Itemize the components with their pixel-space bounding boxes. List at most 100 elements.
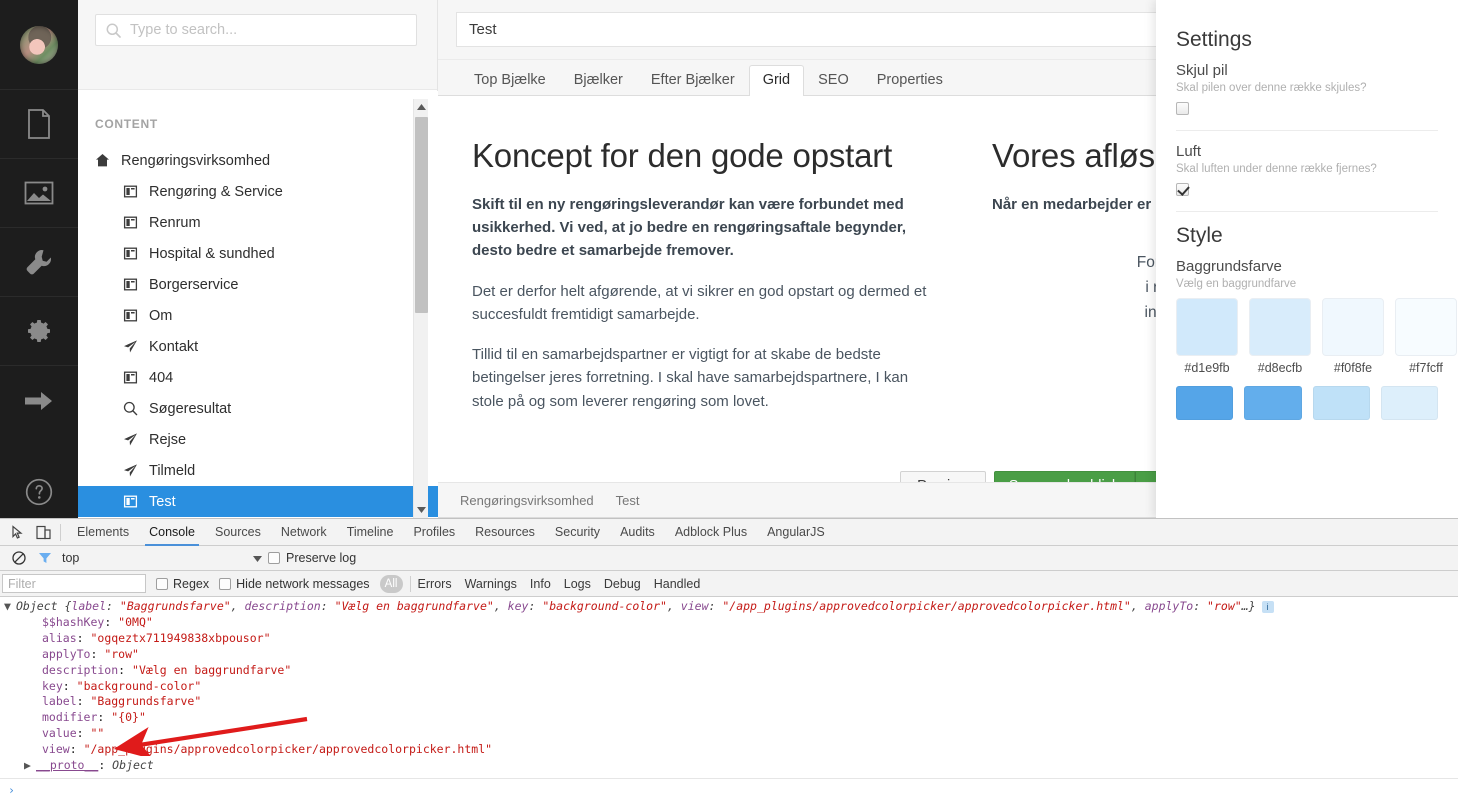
devtools-panel: Elements Console Sources Network Timeline Pro…: [0, 518, 1458, 798]
color-swatch-cell[interactable]: #d8ecfb: [1249, 298, 1311, 375]
tree-node[interactable]: 404: [78, 362, 438, 393]
console-property-row: value: "": [0, 726, 1458, 742]
devtools-tab-console[interactable]: Console: [139, 519, 205, 546]
grid-column-left: Koncept for den gode opstart Skift til e…: [438, 137, 968, 430]
color-swatch[interactable]: [1380, 386, 1438, 420]
tree-node[interactable]: Borgerservice: [78, 269, 438, 300]
console-property-separator: :: [62, 678, 77, 693]
console-property-separator: :: [104, 614, 119, 629]
execution-context-select[interactable]: top: [62, 551, 262, 565]
tree-node[interactable]: Rengøring & Service: [78, 176, 438, 207]
filter-separator: [409, 575, 411, 592]
console-property-value: "background-color": [76, 678, 202, 693]
log-level-errors[interactable]: Errors: [418, 577, 452, 591]
tab-top-bjælke[interactable]: Top Bjælke: [460, 65, 560, 96]
color-swatch[interactable]: [1312, 386, 1370, 420]
breadcrumb-item-1[interactable]: Test: [604, 482, 650, 518]
tree-node-label: Rengøring & Service: [149, 183, 283, 200]
hide-network-toggle[interactable]: Hide network messages: [219, 577, 370, 591]
color-swatch[interactable]: [1322, 298, 1384, 356]
tab-grid[interactable]: Grid: [748, 65, 805, 96]
regex-toggle[interactable]: Regex: [156, 577, 209, 591]
sidebar-item-content[interactable]: [0, 90, 78, 159]
expand-triangle-icon[interactable]: ▼: [4, 599, 16, 615]
log-level-info[interactable]: Info: [530, 577, 551, 591]
search-box[interactable]: [95, 14, 417, 46]
devtools-tab-adblock-plus[interactable]: Adblock Plus: [665, 519, 757, 546]
sidebar-item-help[interactable]: [0, 457, 78, 518]
breadcrumb-item-0[interactable]: Rengøringsvirksomhed: [448, 482, 604, 518]
devtools-tab-security[interactable]: Security: [545, 519, 610, 546]
field-desc-luft: Skal luften under denne række fjernes?: [1176, 163, 1377, 175]
hide-network-checkbox[interactable]: [219, 577, 232, 590]
color-swatch-cell[interactable]: #f7fcff: [1395, 298, 1457, 375]
tree-node[interactable]: Kontakt: [78, 331, 438, 362]
clear-console-icon[interactable]: [6, 546, 32, 570]
color-swatch-label: #d8ecfb: [1257, 361, 1303, 375]
console-prompt[interactable]: ›: [0, 782, 1458, 798]
checkbox-skjul-pil[interactable]: [1176, 102, 1189, 115]
tree-node[interactable]: Søgeresultat: [78, 393, 438, 424]
color-swatch[interactable]: [1244, 386, 1302, 420]
color-swatch-cell[interactable]: #f0f8fe: [1322, 298, 1384, 375]
regex-checkbox[interactable]: [156, 577, 168, 590]
tree-body: CONTENT Rengøringsvirksomhed Rengøring & …: [78, 91, 438, 518]
tree-node[interactable]: Tilmeld: [78, 455, 438, 486]
avatar[interactable]: [20, 25, 58, 64]
tree-node[interactable]: Hospital & sundhed: [78, 238, 438, 269]
device-toolbar-icon[interactable]: [30, 519, 56, 545]
console-object-header[interactable]: ▼ Object {label: "Baggrundsfarve", descri…: [0, 599, 1458, 615]
console-property-key: value: [42, 726, 77, 741]
log-level-handled[interactable]: Handled: [654, 577, 701, 591]
log-level-all[interactable]: All: [379, 574, 403, 593]
tree-scrollbar[interactable]: [413, 99, 428, 518]
inspect-element-icon[interactable]: [4, 519, 30, 545]
sidebar-item-media[interactable]: [0, 159, 78, 228]
page-icon: [123, 215, 149, 230]
log-level-logs[interactable]: Logs: [564, 577, 591, 591]
devtools-tab-angularjs[interactable]: AngularJS: [757, 519, 835, 546]
color-swatch[interactable]: [1176, 386, 1234, 420]
tab-efter-bjælker[interactable]: Efter Bjælker: [637, 65, 749, 96]
log-level-warnings[interactable]: Warnings: [465, 577, 517, 591]
color-swatch[interactable]: [1176, 298, 1238, 356]
log-level-debug[interactable]: Debug: [604, 577, 641, 591]
tab-properties[interactable]: Properties: [863, 65, 957, 96]
devtools-tab-sources[interactable]: Sources: [205, 519, 271, 546]
scroll-down-arrow[interactable]: [414, 502, 429, 518]
sidebar-item-forms[interactable]: [0, 366, 78, 435]
checkbox-luft[interactable]: [1176, 183, 1189, 196]
color-swatch[interactable]: [1249, 298, 1311, 356]
devtools-tab-network[interactable]: Network: [271, 519, 337, 546]
devtools-tab-resources[interactable]: Resources: [465, 519, 545, 546]
devtools-tab-elements[interactable]: Elements: [67, 519, 139, 546]
devtools-tab-audits[interactable]: Audits: [610, 519, 665, 546]
scrollbar-thumb[interactable]: [415, 117, 428, 313]
color-swatch-cell[interactable]: #d1e9fb: [1176, 298, 1238, 375]
sidebar-item-developer[interactable]: [0, 297, 78, 366]
scroll-up-arrow[interactable]: [414, 99, 429, 115]
color-swatch[interactable]: [1395, 298, 1457, 356]
tree-node[interactable]: Rengøringsvirksomhed: [78, 145, 438, 176]
search-input[interactable]: [128, 15, 408, 45]
funnel-icon[interactable]: [32, 546, 58, 570]
console-proto-row[interactable]: ▶ __proto__: Object: [0, 758, 1458, 774]
tree-node[interactable]: Renrum: [78, 207, 438, 238]
avatar-container[interactable]: [0, 0, 78, 90]
sidebar-item-settings[interactable]: [0, 228, 78, 297]
tree-node[interactable]: Test: [78, 486, 438, 517]
tree-node[interactable]: Rejse: [78, 424, 438, 455]
tab-bjælker[interactable]: Bjælker: [560, 65, 637, 96]
devtools-tab-timeline[interactable]: Timeline: [337, 519, 404, 546]
preserve-log-checkbox[interactable]: [268, 552, 280, 564]
left-paragraph-1: Det er derfor helt afgørende, at vi sikr…: [472, 282, 927, 323]
preserve-log-toggle[interactable]: Preserve log: [268, 551, 356, 565]
page-icon: [123, 277, 149, 292]
console-property-list: $$hashKey: "0MQ" alias: "ogqeztx711949838…: [0, 615, 1458, 758]
tab-seo[interactable]: SEO: [804, 65, 863, 96]
console-filter-input[interactable]: [2, 574, 146, 593]
tree-node[interactable]: Om: [78, 300, 438, 331]
collapse-triangle-icon[interactable]: ▶: [24, 758, 36, 774]
devtools-tab-profiles[interactable]: Profiles: [403, 519, 465, 546]
search-icon: [123, 401, 149, 416]
